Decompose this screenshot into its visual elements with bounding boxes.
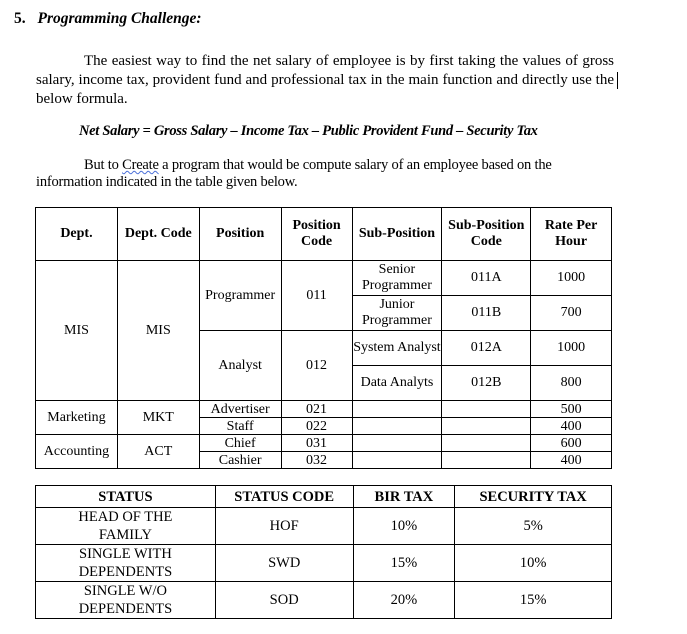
status-tax-table: STATUS STATUS CODE BIR TAX SECURITY TAX … bbox=[35, 485, 612, 619]
sub-position-cell bbox=[351, 451, 443, 469]
dept-cell: MIS bbox=[35, 260, 118, 401]
bir-tax-cell: 15% bbox=[352, 544, 456, 582]
dept-code-cell: MIS bbox=[116, 260, 200, 401]
sub-position-code-cell: 011A bbox=[441, 260, 532, 296]
sub-position-cell: Data Analyts bbox=[351, 365, 443, 401]
position-code-cell: 022 bbox=[280, 417, 353, 435]
table-header-row: STATUS STATUS CODE BIR TAX SECURITY TAX bbox=[35, 485, 612, 508]
bir-tax-cell: 20% bbox=[352, 581, 456, 619]
text-cursor bbox=[617, 72, 618, 89]
sub-position-code-cell bbox=[441, 451, 532, 469]
rate-cell: 1000 bbox=[530, 330, 612, 366]
sub-position-code-cell bbox=[441, 417, 532, 435]
rate-cell: 400 bbox=[530, 417, 612, 435]
table-row: Marketing MKT Advertiser 021 500 bbox=[35, 400, 612, 435]
rate-cell: 400 bbox=[530, 451, 612, 469]
position-cell: Cashier bbox=[198, 451, 282, 469]
rate-cell: 700 bbox=[530, 295, 612, 331]
sub-position-cell: System Analyst bbox=[351, 330, 443, 366]
position-cell: Analyst bbox=[198, 330, 282, 401]
header-sub-position-code: Sub-Position Code bbox=[441, 207, 532, 261]
rate-cell: 500 bbox=[530, 400, 612, 418]
sub-position-code-cell bbox=[441, 400, 532, 418]
rate-cell: 800 bbox=[530, 365, 612, 401]
sub-position-code-cell: 012A bbox=[441, 330, 532, 366]
sub-position-cell bbox=[351, 400, 443, 418]
sub-position-cell bbox=[351, 434, 443, 452]
sub-position-code-cell: 012B bbox=[441, 365, 532, 401]
position-code-cell: 011 bbox=[280, 260, 353, 331]
instruction-text-before: But to bbox=[84, 157, 123, 173]
intro-text: The easiest way to find the net salary o… bbox=[36, 53, 614, 107]
dept-cell: Marketing bbox=[35, 400, 118, 435]
instruction-paragraph[interactable]: But to Create a program that would be co… bbox=[36, 157, 596, 191]
position-rate-table: Dept. Dept. Code Position Position Code … bbox=[35, 207, 612, 469]
header-sub-position: Sub-Position bbox=[351, 207, 443, 261]
dept-code-cell: MKT bbox=[116, 400, 200, 435]
header-dept: Dept. bbox=[35, 207, 118, 261]
header-rate-per-hour: Rate Per Hour bbox=[530, 207, 612, 261]
table-row: Accounting ACT Chief 031 600 bbox=[35, 434, 612, 469]
table-row: MIS MIS Programmer 011 Senior Programmer… bbox=[35, 260, 612, 401]
header-security-tax: SECURITY TAX bbox=[454, 485, 612, 508]
net-salary-formula: Net Salary = Gross Salary – Income Tax –… bbox=[79, 123, 538, 139]
header-bir-tax: BIR TAX bbox=[352, 485, 456, 508]
status-cell: HEAD OF THE FAMILY bbox=[35, 507, 216, 545]
table-row: HEAD OF THE FAMILY HOF 10% 5% bbox=[35, 507, 612, 545]
sub-position-cell: Junior Programmer bbox=[351, 295, 443, 331]
sub-position-code-cell: 011B bbox=[441, 295, 532, 331]
section-number: 5. bbox=[14, 10, 26, 27]
position-code-cell: 021 bbox=[280, 400, 353, 418]
section-title: Programming Challenge: bbox=[37, 10, 202, 27]
position-cell: Programmer bbox=[198, 260, 282, 331]
status-cell: SINGLE WITH DEPENDENTS bbox=[35, 544, 216, 582]
header-status: STATUS bbox=[35, 485, 216, 508]
position-cell: Staff bbox=[198, 417, 282, 435]
section-heading: 5. Programming Challenge: bbox=[14, 10, 202, 28]
bir-tax-cell: 10% bbox=[352, 507, 456, 545]
rate-cell: 1000 bbox=[530, 260, 612, 296]
position-code-cell: 012 bbox=[280, 330, 353, 401]
position-code-cell: 031 bbox=[280, 434, 353, 452]
rate-cell: 600 bbox=[530, 434, 612, 452]
position-cell: Advertiser bbox=[198, 400, 282, 418]
status-code-cell: HOF bbox=[214, 507, 354, 545]
position-code-cell: 032 bbox=[280, 451, 353, 469]
header-dept-code: Dept. Code bbox=[116, 207, 200, 261]
status-code-cell: SOD bbox=[214, 581, 354, 619]
status-cell: SINGLE W/O DEPENDENTS bbox=[35, 581, 216, 619]
table-row: SINGLE WITH DEPENDENTS SWD 15% 10% bbox=[35, 544, 612, 582]
sub-position-code-cell bbox=[441, 434, 532, 452]
intro-paragraph[interactable]: The easiest way to find the net salary o… bbox=[36, 52, 614, 109]
dept-cell: Accounting bbox=[35, 434, 118, 469]
security-tax-cell: 5% bbox=[454, 507, 612, 545]
sub-position-cell: Senior Programmer bbox=[351, 260, 443, 296]
spellcheck-flagged-word[interactable]: Create bbox=[122, 157, 159, 173]
header-position: Position bbox=[198, 207, 282, 261]
sub-position-cell bbox=[351, 417, 443, 435]
security-tax-cell: 15% bbox=[454, 581, 612, 619]
dept-code-cell: ACT bbox=[116, 434, 200, 469]
position-cell: Chief bbox=[198, 434, 282, 452]
table-header-row: Dept. Dept. Code Position Position Code … bbox=[35, 207, 612, 261]
status-code-cell: SWD bbox=[214, 544, 354, 582]
security-tax-cell: 10% bbox=[454, 544, 612, 582]
table-row: SINGLE W/O DEPENDENTS SOD 20% 15% bbox=[35, 581, 612, 619]
header-position-code: Position Code bbox=[280, 207, 353, 261]
header-status-code: STATUS CODE bbox=[214, 485, 354, 508]
